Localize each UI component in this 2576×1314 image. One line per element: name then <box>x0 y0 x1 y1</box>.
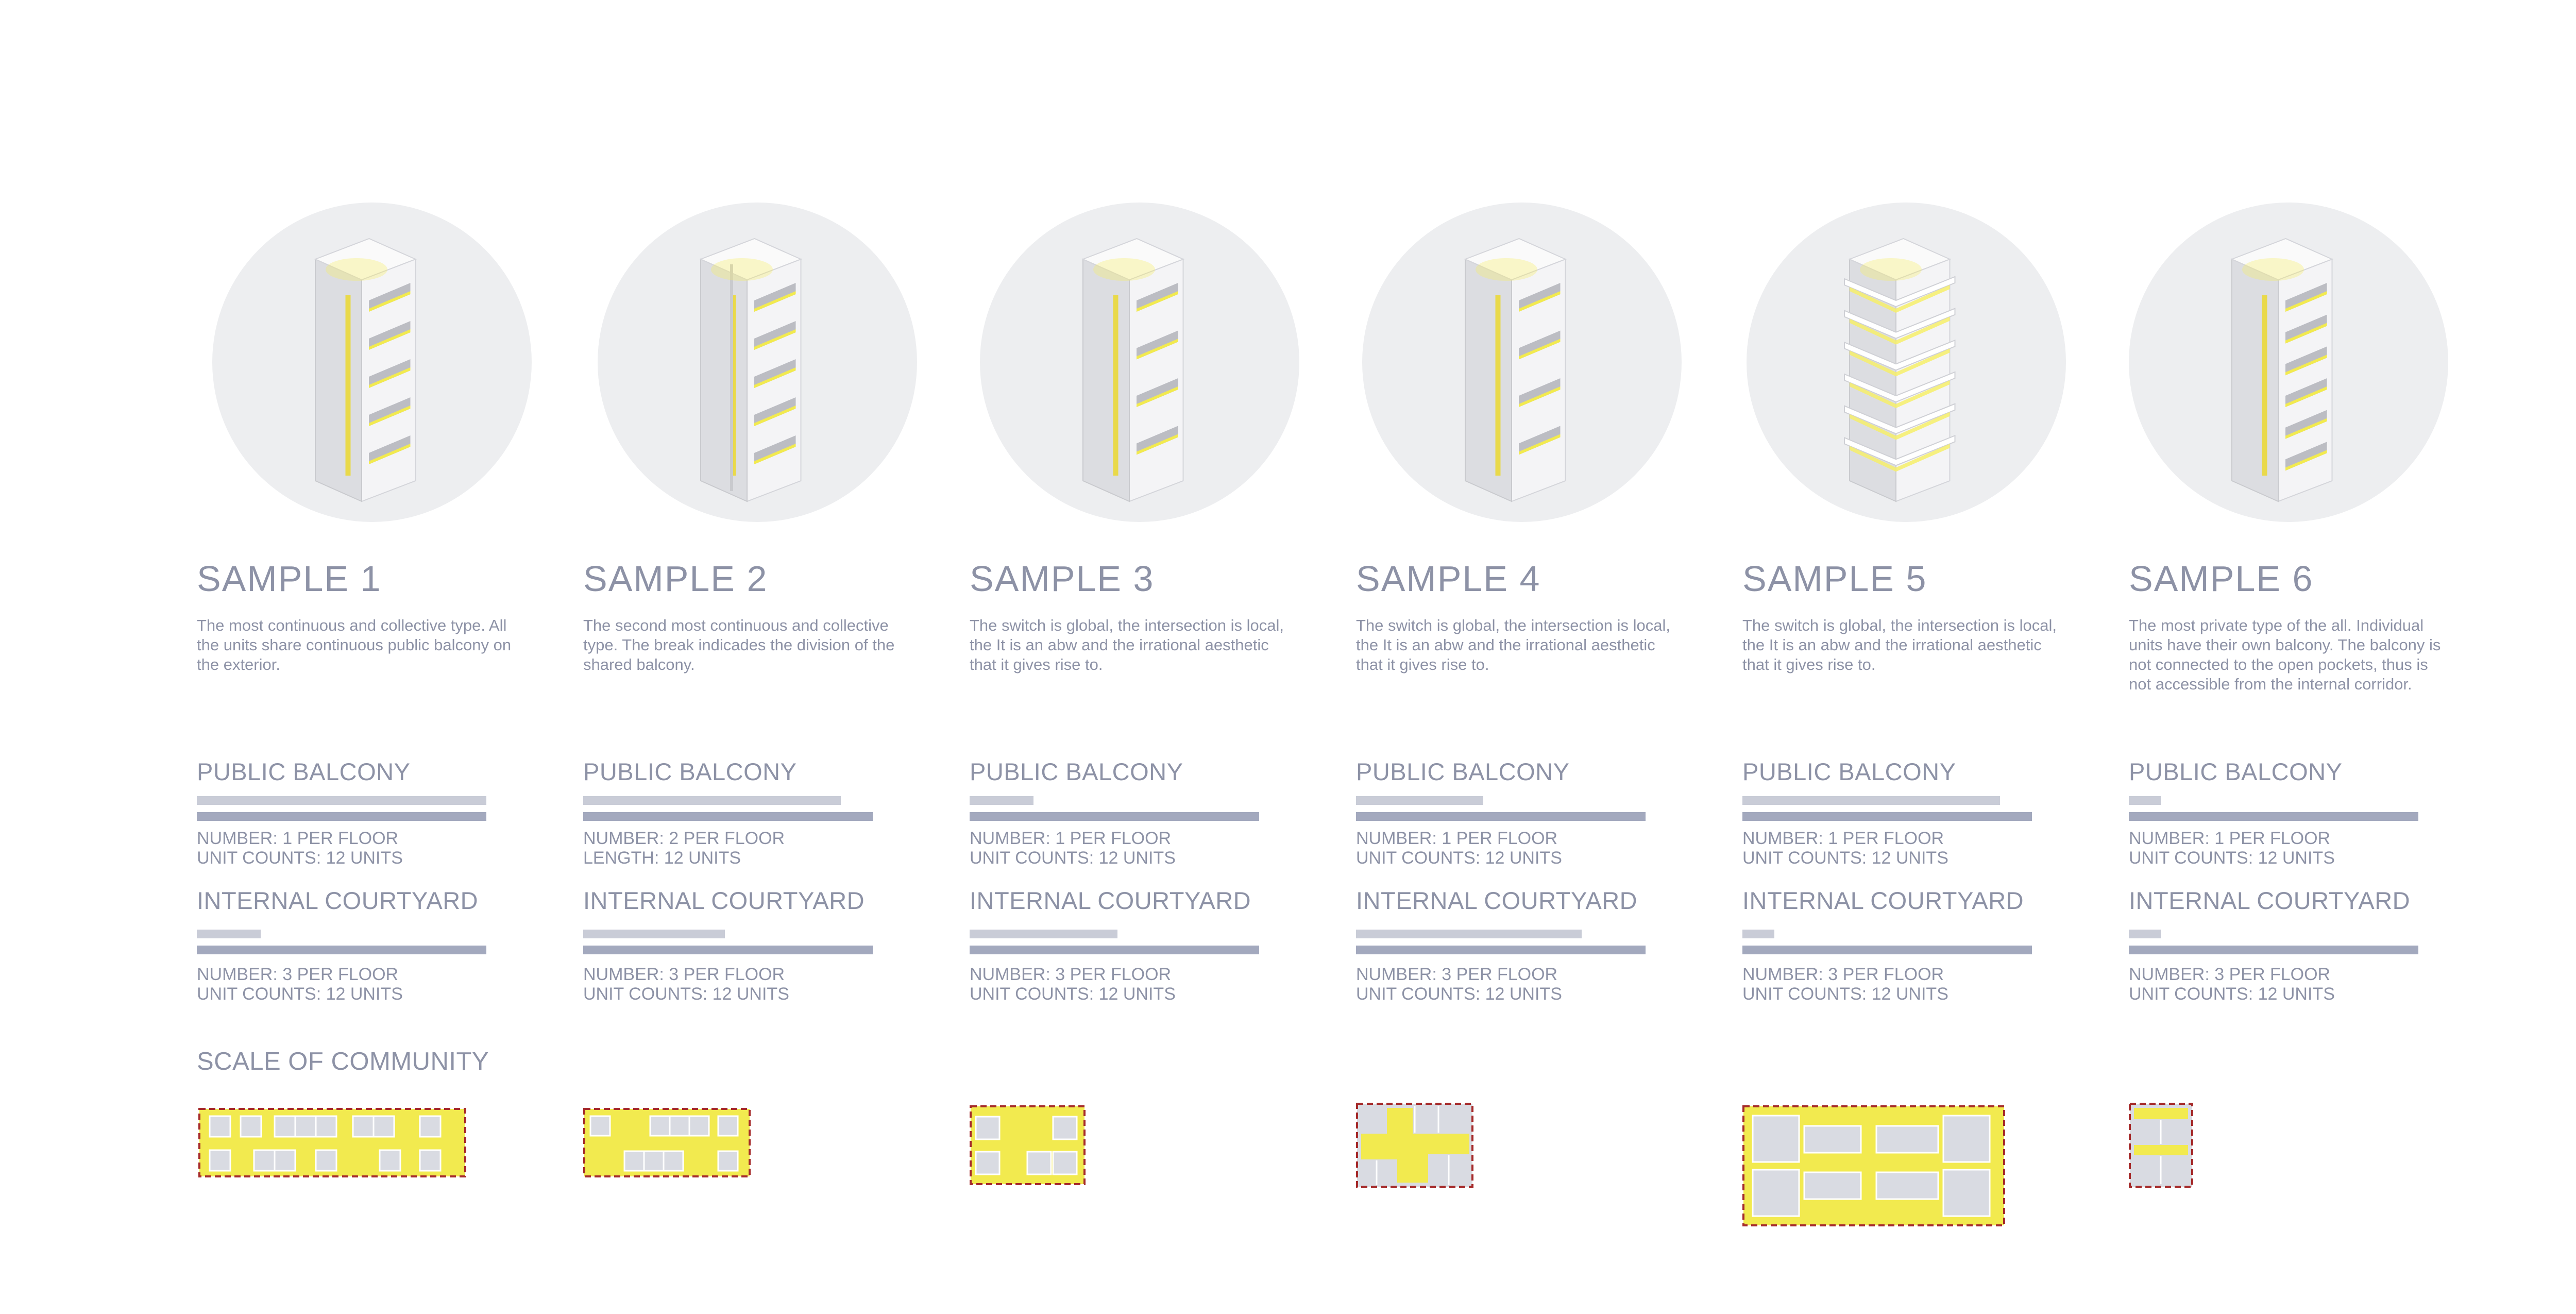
public-balcony-label: PUBLIC BALCONY <box>197 758 411 785</box>
internal-courtyard-scale-bar <box>1356 946 1646 954</box>
public-balcony-bar <box>1356 796 1483 805</box>
sample-title: SAMPLE 6 <box>2129 559 2314 599</box>
public-balcony-units: UNIT COUNTS: 12 UNITS <box>1356 848 1562 868</box>
internal-courtyard-number: NUMBER: 3 PER FLOOR <box>1742 965 1944 984</box>
internal-courtyard-label: INTERNAL COURTYARD <box>2129 887 2411 914</box>
internal-courtyard-bar <box>1742 930 1774 938</box>
sample-description: The switch is global, the intersection i… <box>1356 616 1670 673</box>
internal-courtyard-units: UNIT COUNTS: 12 UNITS <box>583 984 789 1004</box>
internal-courtyard-bar <box>1356 930 1582 938</box>
internal-courtyard-label: INTERNAL COURTYARD <box>197 887 479 914</box>
public-balcony-number: NUMBER: 1 PER FLOOR <box>2129 829 2331 848</box>
public-balcony-number: NUMBER: 1 PER FLOOR <box>197 829 399 848</box>
sample-description: The most continuous and collective type.… <box>197 616 512 673</box>
internal-courtyard-scale-bar <box>1742 946 2032 954</box>
public-balcony-bar <box>197 796 486 805</box>
public-balcony-number: NUMBER: 1 PER FLOOR <box>1742 829 1944 848</box>
public-balcony-scale-bar <box>970 812 1259 821</box>
internal-courtyard-bar <box>2129 930 2161 938</box>
building-model-1 <box>212 203 532 522</box>
internal-courtyard-number: NUMBER: 3 PER FLOOR <box>197 965 399 984</box>
public-balcony-units: UNIT COUNTS: 12 UNITS <box>2129 848 2335 868</box>
scale-of-community-title: SCALE OF COMMUNITY <box>197 1048 489 1075</box>
sample-title: SAMPLE 5 <box>1742 559 1927 599</box>
floor-plan-4 <box>1356 1103 1473 1188</box>
internal-courtyard-scale-bar <box>2129 946 2418 954</box>
internal-courtyard-bar <box>197 930 261 938</box>
floor-plan-3 <box>970 1105 1086 1185</box>
internal-courtyard-scale-bar <box>583 946 873 954</box>
sample-description: The switch is global, the intersection i… <box>1742 616 2057 673</box>
internal-courtyard-scale-bar <box>970 946 1259 954</box>
floor-plan-6 <box>2129 1103 2193 1188</box>
building-model-2 <box>598 203 917 522</box>
public-balcony-bar <box>1742 796 2000 805</box>
internal-courtyard-bar <box>583 930 725 938</box>
public-balcony-scale-bar <box>583 812 873 821</box>
public-balcony-bar <box>970 796 1033 805</box>
building-model-6 <box>2129 203 2448 522</box>
public-balcony-number: NUMBER: 2 PER FLOOR <box>583 829 785 848</box>
public-balcony-bar <box>2129 796 2161 805</box>
public-balcony-bar <box>583 796 841 805</box>
public-balcony-length: LENGTH: 12 UNITS <box>583 848 741 868</box>
public-balcony-label: PUBLIC BALCONY <box>1356 758 1570 785</box>
internal-courtyard-units: UNIT COUNTS: 12 UNITS <box>2129 984 2335 1004</box>
floor-plan-1 <box>198 1108 466 1177</box>
building-model-4 <box>1362 203 1682 522</box>
public-balcony-label: PUBLIC BALCONY <box>2129 758 2343 785</box>
sample-description: The switch is global, the intersection i… <box>970 616 1284 673</box>
internal-courtyard-number: NUMBER: 3 PER FLOOR <box>970 965 1172 984</box>
internal-courtyard-number: NUMBER: 3 PER FLOOR <box>583 965 785 984</box>
internal-courtyard-bar <box>970 930 1117 938</box>
internal-courtyard-units: UNIT COUNTS: 12 UNITS <box>197 984 403 1004</box>
public-balcony-scale-bar <box>1742 812 2032 821</box>
public-balcony-label: PUBLIC BALCONY <box>1742 758 1956 785</box>
floor-plan-2 <box>583 1108 751 1177</box>
internal-courtyard-label: INTERNAL COURTYARD <box>1742 887 2024 914</box>
internal-courtyard-number: NUMBER: 3 PER FLOOR <box>1356 965 1558 984</box>
floor-plan-5 <box>1742 1105 2005 1226</box>
internal-courtyard-label: INTERNAL COURTYARD <box>583 887 865 914</box>
public-balcony-units: UNIT COUNTS: 12 UNITS <box>197 848 403 868</box>
public-balcony-scale-bar <box>1356 812 1646 821</box>
internal-courtyard-units: UNIT COUNTS: 12 UNITS <box>1742 984 1948 1004</box>
public-balcony-units: UNIT COUNTS: 12 UNITS <box>1742 848 1948 868</box>
sample-title: SAMPLE 3 <box>970 559 1155 599</box>
public-balcony-label: PUBLIC BALCONY <box>970 758 1183 785</box>
internal-courtyard-label: INTERNAL COURTYARD <box>970 887 1251 914</box>
public-balcony-scale-bar <box>197 812 486 821</box>
sample-description: The second most continuous and collectiv… <box>583 616 895 673</box>
internal-courtyard-units: UNIT COUNTS: 12 UNITS <box>970 984 1176 1004</box>
building-model-5 <box>1747 203 2066 522</box>
sample-description: The most private type of the all. Indivi… <box>2129 616 2441 693</box>
sample-title: SAMPLE 4 <box>1356 559 1541 599</box>
building-model-3 <box>980 203 1299 522</box>
internal-courtyard-scale-bar <box>197 946 486 954</box>
internal-courtyard-label: INTERNAL COURTYARD <box>1356 887 1638 914</box>
sample-title: SAMPLE 2 <box>583 559 768 599</box>
internal-courtyard-units: UNIT COUNTS: 12 UNITS <box>1356 984 1562 1004</box>
sample-title: SAMPLE 1 <box>197 559 382 599</box>
public-balcony-units: UNIT COUNTS: 12 UNITS <box>970 848 1176 868</box>
public-balcony-label: PUBLIC BALCONY <box>583 758 797 785</box>
internal-courtyard-number: NUMBER: 3 PER FLOOR <box>2129 965 2331 984</box>
public-balcony-number: NUMBER: 1 PER FLOOR <box>970 829 1172 848</box>
public-balcony-scale-bar <box>2129 812 2418 821</box>
public-balcony-number: NUMBER: 1 PER FLOOR <box>1356 829 1558 848</box>
